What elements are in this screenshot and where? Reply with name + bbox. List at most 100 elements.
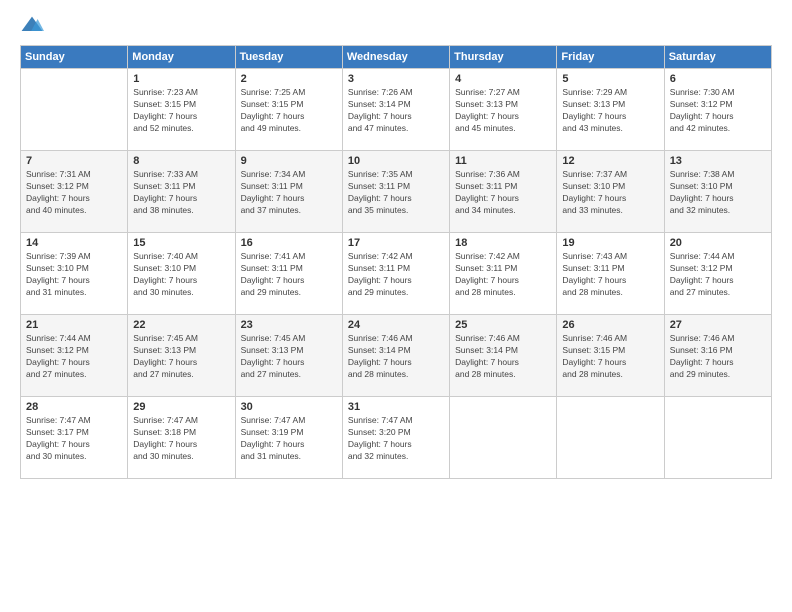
day-number: 23 <box>241 319 338 331</box>
calendar-week-2: 14Sunrise: 7:39 AM Sunset: 3:10 PM Dayli… <box>21 233 772 315</box>
calendar-cell: 11 Sunrise: 7:36 AM Sunset: 3:11 PM Dayli… <box>450 151 557 233</box>
day-info: Sunrise: 7:47 AM Sunset: 3:19 PM Dayligh… <box>241 415 338 463</box>
day-number: 24 <box>348 319 445 331</box>
day-number: 22 <box>133 319 230 331</box>
calendar-cell: 4 Sunrise: 7:27 AM Sunset: 3:13 PM Daylig… <box>450 69 557 151</box>
logo <box>20 15 48 35</box>
day-number: 3 <box>348 73 445 85</box>
day-number: 18 <box>455 237 552 249</box>
header <box>20 15 772 35</box>
calendar-week-4: 28 Sunrise: 7:47 AM Sunset: 3:17 PM Dayli… <box>21 397 772 479</box>
calendar-week-1: 7 Sunrise: 7:31 AM Sunset: 3:12 PM Daylig… <box>21 151 772 233</box>
day-info: Sunrise: 7:38 AM Sunset: 3:10 PM Dayligh… <box>670 169 767 217</box>
calendar-cell <box>21 69 128 151</box>
calendar-cell <box>450 397 557 479</box>
day-info: Sunrise: 7:46 AM Sunset: 3:16 PM Dayligh… <box>670 333 767 381</box>
day-info: Sunrise: 7:25 AM Sunset: 3:15 PM Dayligh… <box>241 87 338 135</box>
calendar-week-0: 1 Sunrise: 7:23 AM Sunset: 3:15 PM Daylig… <box>21 69 772 151</box>
calendar-cell: 10 Sunrise: 7:35 AM Sunset: 3:11 PM Dayli… <box>342 151 449 233</box>
calendar-cell: 20 Sunrise: 7:44 AM Sunset: 3:12 PM Dayli… <box>664 233 771 315</box>
calendar-cell: 1 Sunrise: 7:23 AM Sunset: 3:15 PM Daylig… <box>128 69 235 151</box>
calendar-header-thursday: Thursday <box>450 46 557 69</box>
calendar-header-wednesday: Wednesday <box>342 46 449 69</box>
day-info: Sunrise: 7:26 AM Sunset: 3:14 PM Dayligh… <box>348 87 445 135</box>
calendar-cell: 23 Sunrise: 7:45 AM Sunset: 3:13 PM Dayli… <box>235 315 342 397</box>
calendar-cell <box>557 397 664 479</box>
calendar-header-monday: Monday <box>128 46 235 69</box>
day-number: 4 <box>455 73 552 85</box>
logo-icon <box>20 15 44 35</box>
day-info: Sunrise: 7:31 AM Sunset: 3:12 PM Dayligh… <box>26 169 123 217</box>
day-number: 12 <box>562 155 659 167</box>
calendar-cell: 30 Sunrise: 7:47 AM Sunset: 3:19 PM Dayli… <box>235 397 342 479</box>
day-info: Sunrise: 7:27 AM Sunset: 3:13 PM Dayligh… <box>455 87 552 135</box>
calendar-cell: 27 Sunrise: 7:46 AM Sunset: 3:16 PM Dayli… <box>664 315 771 397</box>
day-info: Sunrise: 7:45 AM Sunset: 3:13 PM Dayligh… <box>133 333 230 381</box>
calendar-cell: 31Sunrise: 7:47 AM Sunset: 3:20 PM Dayli… <box>342 397 449 479</box>
calendar-cell: 18 Sunrise: 7:42 AM Sunset: 3:11 PM Dayli… <box>450 233 557 315</box>
day-number: 26 <box>562 319 659 331</box>
day-info: Sunrise: 7:42 AM Sunset: 3:11 PM Dayligh… <box>455 251 552 299</box>
day-number: 7 <box>26 155 123 167</box>
day-number: 31 <box>348 401 445 413</box>
day-info: Sunrise: 7:44 AM Sunset: 3:12 PM Dayligh… <box>670 251 767 299</box>
day-info: Sunrise: 7:40 AM Sunset: 3:10 PM Dayligh… <box>133 251 230 299</box>
day-number: 1 <box>133 73 230 85</box>
calendar-cell: 24 Sunrise: 7:46 AM Sunset: 3:14 PM Dayli… <box>342 315 449 397</box>
day-number: 15 <box>133 237 230 249</box>
day-info: Sunrise: 7:44 AM Sunset: 3:12 PM Dayligh… <box>26 333 123 381</box>
day-info: Sunrise: 7:46 AM Sunset: 3:14 PM Dayligh… <box>348 333 445 381</box>
calendar-cell: 12 Sunrise: 7:37 AM Sunset: 3:10 PM Dayli… <box>557 151 664 233</box>
day-info: Sunrise: 7:29 AM Sunset: 3:13 PM Dayligh… <box>562 87 659 135</box>
calendar-cell: 17 Sunrise: 7:42 AM Sunset: 3:11 PM Dayli… <box>342 233 449 315</box>
calendar-week-3: 21Sunrise: 7:44 AM Sunset: 3:12 PM Dayli… <box>21 315 772 397</box>
calendar-cell <box>664 397 771 479</box>
day-info: Sunrise: 7:36 AM Sunset: 3:11 PM Dayligh… <box>455 169 552 217</box>
day-number: 16 <box>241 237 338 249</box>
calendar-header-tuesday: Tuesday <box>235 46 342 69</box>
calendar-header-sunday: Sunday <box>21 46 128 69</box>
day-number: 8 <box>133 155 230 167</box>
day-info: Sunrise: 7:47 AM Sunset: 3:17 PM Dayligh… <box>26 415 123 463</box>
day-number: 10 <box>348 155 445 167</box>
day-info: Sunrise: 7:35 AM Sunset: 3:11 PM Dayligh… <box>348 169 445 217</box>
day-info: Sunrise: 7:46 AM Sunset: 3:15 PM Dayligh… <box>562 333 659 381</box>
day-info: Sunrise: 7:37 AM Sunset: 3:10 PM Dayligh… <box>562 169 659 217</box>
calendar-cell: 7 Sunrise: 7:31 AM Sunset: 3:12 PM Daylig… <box>21 151 128 233</box>
calendar-cell: 2 Sunrise: 7:25 AM Sunset: 3:15 PM Daylig… <box>235 69 342 151</box>
day-number: 11 <box>455 155 552 167</box>
calendar-cell: 6Sunrise: 7:30 AM Sunset: 3:12 PM Daylig… <box>664 69 771 151</box>
day-info: Sunrise: 7:42 AM Sunset: 3:11 PM Dayligh… <box>348 251 445 299</box>
calendar-header-saturday: Saturday <box>664 46 771 69</box>
calendar-cell: 13 Sunrise: 7:38 AM Sunset: 3:10 PM Dayli… <box>664 151 771 233</box>
calendar-cell: 9Sunrise: 7:34 AM Sunset: 3:11 PM Daylig… <box>235 151 342 233</box>
calendar-cell: 25Sunrise: 7:46 AM Sunset: 3:14 PM Dayli… <box>450 315 557 397</box>
calendar-cell: 15 Sunrise: 7:40 AM Sunset: 3:10 PM Dayli… <box>128 233 235 315</box>
day-info: Sunrise: 7:45 AM Sunset: 3:13 PM Dayligh… <box>241 333 338 381</box>
calendar-cell: 29 Sunrise: 7:47 AM Sunset: 3:18 PM Dayli… <box>128 397 235 479</box>
day-number: 17 <box>348 237 445 249</box>
calendar-header-row: SundayMondayTuesdayWednesdayThursdayFrid… <box>21 46 772 69</box>
page: SundayMondayTuesdayWednesdayThursdayFrid… <box>0 0 792 612</box>
calendar-cell: 5Sunrise: 7:29 AM Sunset: 3:13 PM Daylig… <box>557 69 664 151</box>
day-info: Sunrise: 7:33 AM Sunset: 3:11 PM Dayligh… <box>133 169 230 217</box>
day-number: 9 <box>241 155 338 167</box>
day-info: Sunrise: 7:46 AM Sunset: 3:14 PM Dayligh… <box>455 333 552 381</box>
day-number: 2 <box>241 73 338 85</box>
calendar-cell: 26 Sunrise: 7:46 AM Sunset: 3:15 PM Dayli… <box>557 315 664 397</box>
day-number: 30 <box>241 401 338 413</box>
day-number: 29 <box>133 401 230 413</box>
calendar-cell: 19Sunrise: 7:43 AM Sunset: 3:11 PM Dayli… <box>557 233 664 315</box>
calendar-cell: 16Sunrise: 7:41 AM Sunset: 3:11 PM Dayli… <box>235 233 342 315</box>
day-info: Sunrise: 7:23 AM Sunset: 3:15 PM Dayligh… <box>133 87 230 135</box>
day-info: Sunrise: 7:47 AM Sunset: 3:18 PM Dayligh… <box>133 415 230 463</box>
day-number: 27 <box>670 319 767 331</box>
day-number: 20 <box>670 237 767 249</box>
day-number: 28 <box>26 401 123 413</box>
day-number: 14 <box>26 237 123 249</box>
calendar-cell: 14Sunrise: 7:39 AM Sunset: 3:10 PM Dayli… <box>21 233 128 315</box>
calendar-cell: 22 Sunrise: 7:45 AM Sunset: 3:13 PM Dayli… <box>128 315 235 397</box>
day-info: Sunrise: 7:43 AM Sunset: 3:11 PM Dayligh… <box>562 251 659 299</box>
calendar-cell: 8 Sunrise: 7:33 AM Sunset: 3:11 PM Daylig… <box>128 151 235 233</box>
day-number: 13 <box>670 155 767 167</box>
